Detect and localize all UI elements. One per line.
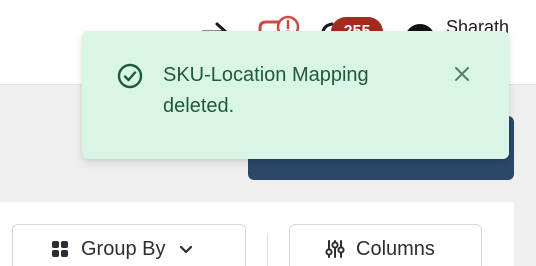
toolbar-divider <box>267 234 268 266</box>
chevron-down-icon <box>180 245 193 254</box>
success-toast: SKU-Location Mapping deleted. <box>82 31 509 159</box>
close-icon[interactable] <box>448 60 476 88</box>
columns-label: Columns <box>356 237 435 260</box>
grid-icon <box>52 241 68 257</box>
sliders-icon <box>325 240 345 258</box>
group-by-button[interactable]: Group By <box>12 224 246 266</box>
app-screen: 255 Sharath Group By Columns <box>0 0 536 266</box>
group-by-label: Group By <box>81 237 166 260</box>
columns-button[interactable]: Columns <box>289 224 482 266</box>
toast-message: SKU-Location Mapping deleted. <box>163 64 369 117</box>
check-circle-icon <box>117 63 143 89</box>
